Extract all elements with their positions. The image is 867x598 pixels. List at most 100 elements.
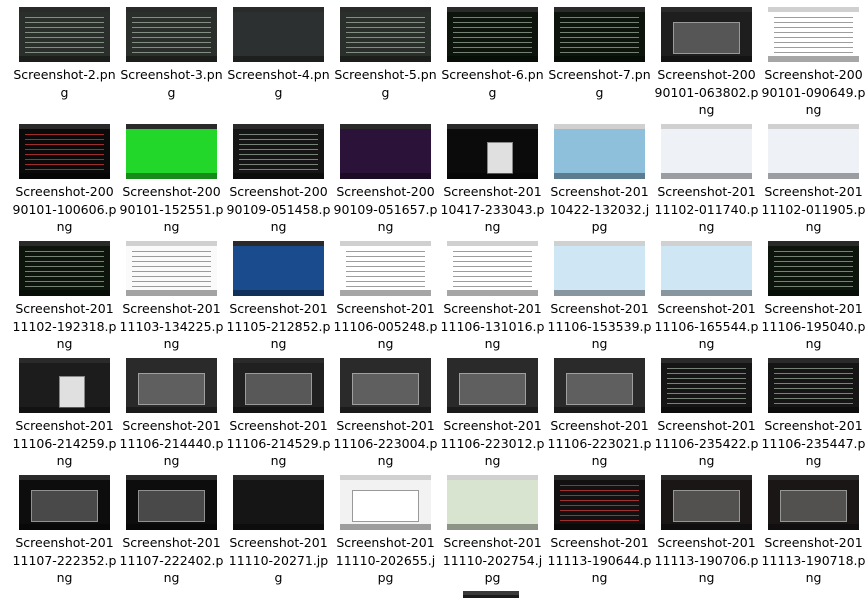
thumbnail-toolbar — [661, 173, 752, 179]
thumbnail-text-lines — [346, 251, 425, 290]
file-item[interactable]: Screenshot-20090101-100606.png — [12, 117, 116, 234]
file-thumbnail — [554, 241, 645, 296]
file-item[interactable]: Screenshot-20111107-222402.png — [119, 468, 223, 585]
partial-thumbnail-bar — [463, 591, 519, 595]
file-thumbnail — [768, 124, 859, 179]
thumbnail-body — [340, 129, 431, 179]
file-thumbnail — [340, 124, 431, 179]
file-thumbnail — [233, 475, 324, 530]
file-item[interactable]: Screenshot-20111102-011905.png — [761, 117, 865, 234]
file-item[interactable]: Screenshot-4.png — [226, 0, 330, 110]
file-item[interactable]: Screenshot-20111106-165544.png — [654, 234, 758, 351]
file-thumbnail — [340, 241, 431, 296]
thumbnail-toolbar — [768, 407, 859, 413]
file-item[interactable]: Screenshot-20111106-131016.png — [440, 234, 544, 351]
file-item[interactable]: Screenshot-20111113-190644.png — [547, 468, 651, 585]
file-item[interactable]: Screenshot-20111113-190706.png — [654, 468, 758, 585]
file-item[interactable]: Screenshot-20111106-235447.png — [761, 351, 865, 468]
file-thumbnail — [233, 124, 324, 179]
file-name: Screenshot-20111106-005248.png — [333, 301, 438, 351]
thumbnail-panel — [352, 373, 419, 405]
file-name: Screenshot-20111113-190718.png — [761, 535, 866, 585]
file-item[interactable]: Screenshot-20111106-223021.png — [547, 351, 651, 468]
thumbnail-panel — [31, 490, 98, 522]
file-name: Screenshot-20111106-223021.png — [547, 418, 652, 468]
thumbnail-text-lines — [774, 17, 853, 56]
file-item[interactable]: Screenshot-20111110-202655.jpg — [333, 468, 435, 585]
file-item[interactable]: Screenshot-20111106-195040.png — [761, 234, 865, 351]
thumbnail-toolbar — [447, 56, 538, 62]
file-thumbnail — [19, 241, 110, 296]
file-item[interactable]: Screenshot-20111106-223012.png — [440, 351, 544, 468]
file-item[interactable]: Screenshot-20110422-132032.jpg — [547, 117, 649, 234]
file-item[interactable]: Screenshot-6.png — [440, 0, 544, 110]
file-thumbnail — [661, 7, 752, 62]
file-item[interactable]: Screenshot-20111106-005248.png — [333, 234, 437, 351]
file-name: Screenshot-20090101-152551.png — [119, 184, 224, 234]
thumbnail-text-lines — [453, 251, 532, 290]
thumbnail-text-lines — [25, 134, 104, 173]
file-name: Screenshot-20111102-011905.png — [761, 184, 866, 234]
thumbnail-toolbar — [126, 290, 217, 296]
file-thumbnail — [768, 7, 859, 62]
file-item[interactable]: Screenshot-20111106-214440.png — [119, 351, 223, 468]
file-item[interactable]: Screenshot-20111106-223004.png — [333, 351, 437, 468]
file-item[interactable]: Screenshot-20090109-051657.png — [333, 117, 437, 234]
partial-thumbnail[interactable] — [463, 591, 519, 598]
file-item[interactable]: Screenshot-20111106-235422.png — [654, 351, 758, 468]
thumbnail-toolbar — [19, 524, 110, 530]
thumbnail-text-lines — [667, 368, 746, 407]
thumbnail-toolbar — [661, 524, 752, 530]
file-item[interactable]: Screenshot-20090109-051458.png — [226, 117, 330, 234]
file-thumbnail — [554, 7, 645, 62]
file-thumbnail — [126, 7, 217, 62]
file-thumbnail — [554, 124, 645, 179]
thumbnail-panel — [459, 373, 526, 405]
file-item[interactable]: Screenshot-20110417-233043.png — [440, 117, 544, 234]
file-item[interactable]: Screenshot-20090101-152551.png — [119, 117, 223, 234]
file-item[interactable]: Screenshot-20111113-190718.png — [761, 468, 865, 585]
file-item[interactable]: Screenshot-20111110-20271.jpg — [226, 468, 328, 585]
thumbnail-toolbar — [233, 290, 324, 296]
thumbnail-body — [233, 246, 324, 296]
file-item[interactable]: Screenshot-20111106-214259.png — [12, 351, 116, 468]
file-name: Screenshot-20110422-132032.jpg — [549, 184, 650, 234]
file-thumbnail — [661, 358, 752, 413]
file-item[interactable]: Screenshot-7.png — [547, 0, 651, 110]
file-thumbnail — [233, 358, 324, 413]
file-item[interactable]: Screenshot-5.png — [333, 0, 437, 110]
thumbnail-panel — [673, 490, 740, 522]
thumbnail-toolbar — [233, 56, 324, 62]
file-item[interactable]: Screenshot-20111102-011740.png — [654, 117, 758, 234]
file-thumbnail — [340, 7, 431, 62]
file-item[interactable]: Screenshot-2.png — [12, 0, 116, 110]
file-item[interactable]: Screenshot-20111105-212852.png — [226, 234, 330, 351]
file-name: Screenshot-5.png — [334, 67, 437, 100]
thumbnail-panel — [780, 490, 847, 522]
file-name: Screenshot-20111113-190644.png — [547, 535, 652, 585]
file-name: Screenshot-20111106-214529.png — [226, 418, 331, 468]
thumbnail-text-lines — [25, 251, 104, 290]
file-thumbnail — [126, 124, 217, 179]
thumbnail-toolbar — [768, 173, 859, 179]
thumbnail-panel — [138, 490, 205, 522]
thumbnail-text-lines — [453, 17, 532, 56]
file-item[interactable]: Screenshot-20111106-153539.png — [547, 234, 651, 351]
file-name: Screenshot-20090101-063802.png — [654, 67, 759, 117]
file-item[interactable]: Screenshot-20111103-134225.png — [119, 234, 223, 351]
file-item[interactable]: Screenshot-3.png — [119, 0, 223, 110]
file-item[interactable]: Screenshot-20111110-202754.jpg — [440, 468, 542, 585]
file-thumbnail — [447, 475, 538, 530]
thumbnail-toolbar — [340, 290, 431, 296]
file-item[interactable]: Screenshot-20090101-090649.png — [761, 0, 865, 117]
file-item[interactable]: Screenshot-20111106-214529.png — [226, 351, 330, 468]
file-item[interactable]: Screenshot-20111102-192318.png — [12, 234, 116, 351]
thumbnail-text-lines — [560, 485, 639, 524]
thumbnail-toolbar — [19, 173, 110, 179]
file-item[interactable]: Screenshot-20090101-063802.png — [654, 0, 758, 117]
file-thumbnail — [554, 358, 645, 413]
file-item[interactable]: Screenshot-20111107-222352.png — [12, 468, 116, 585]
thumbnail-toolbar — [661, 56, 752, 62]
thumbnail-toolbar — [554, 524, 645, 530]
file-thumbnail — [233, 241, 324, 296]
